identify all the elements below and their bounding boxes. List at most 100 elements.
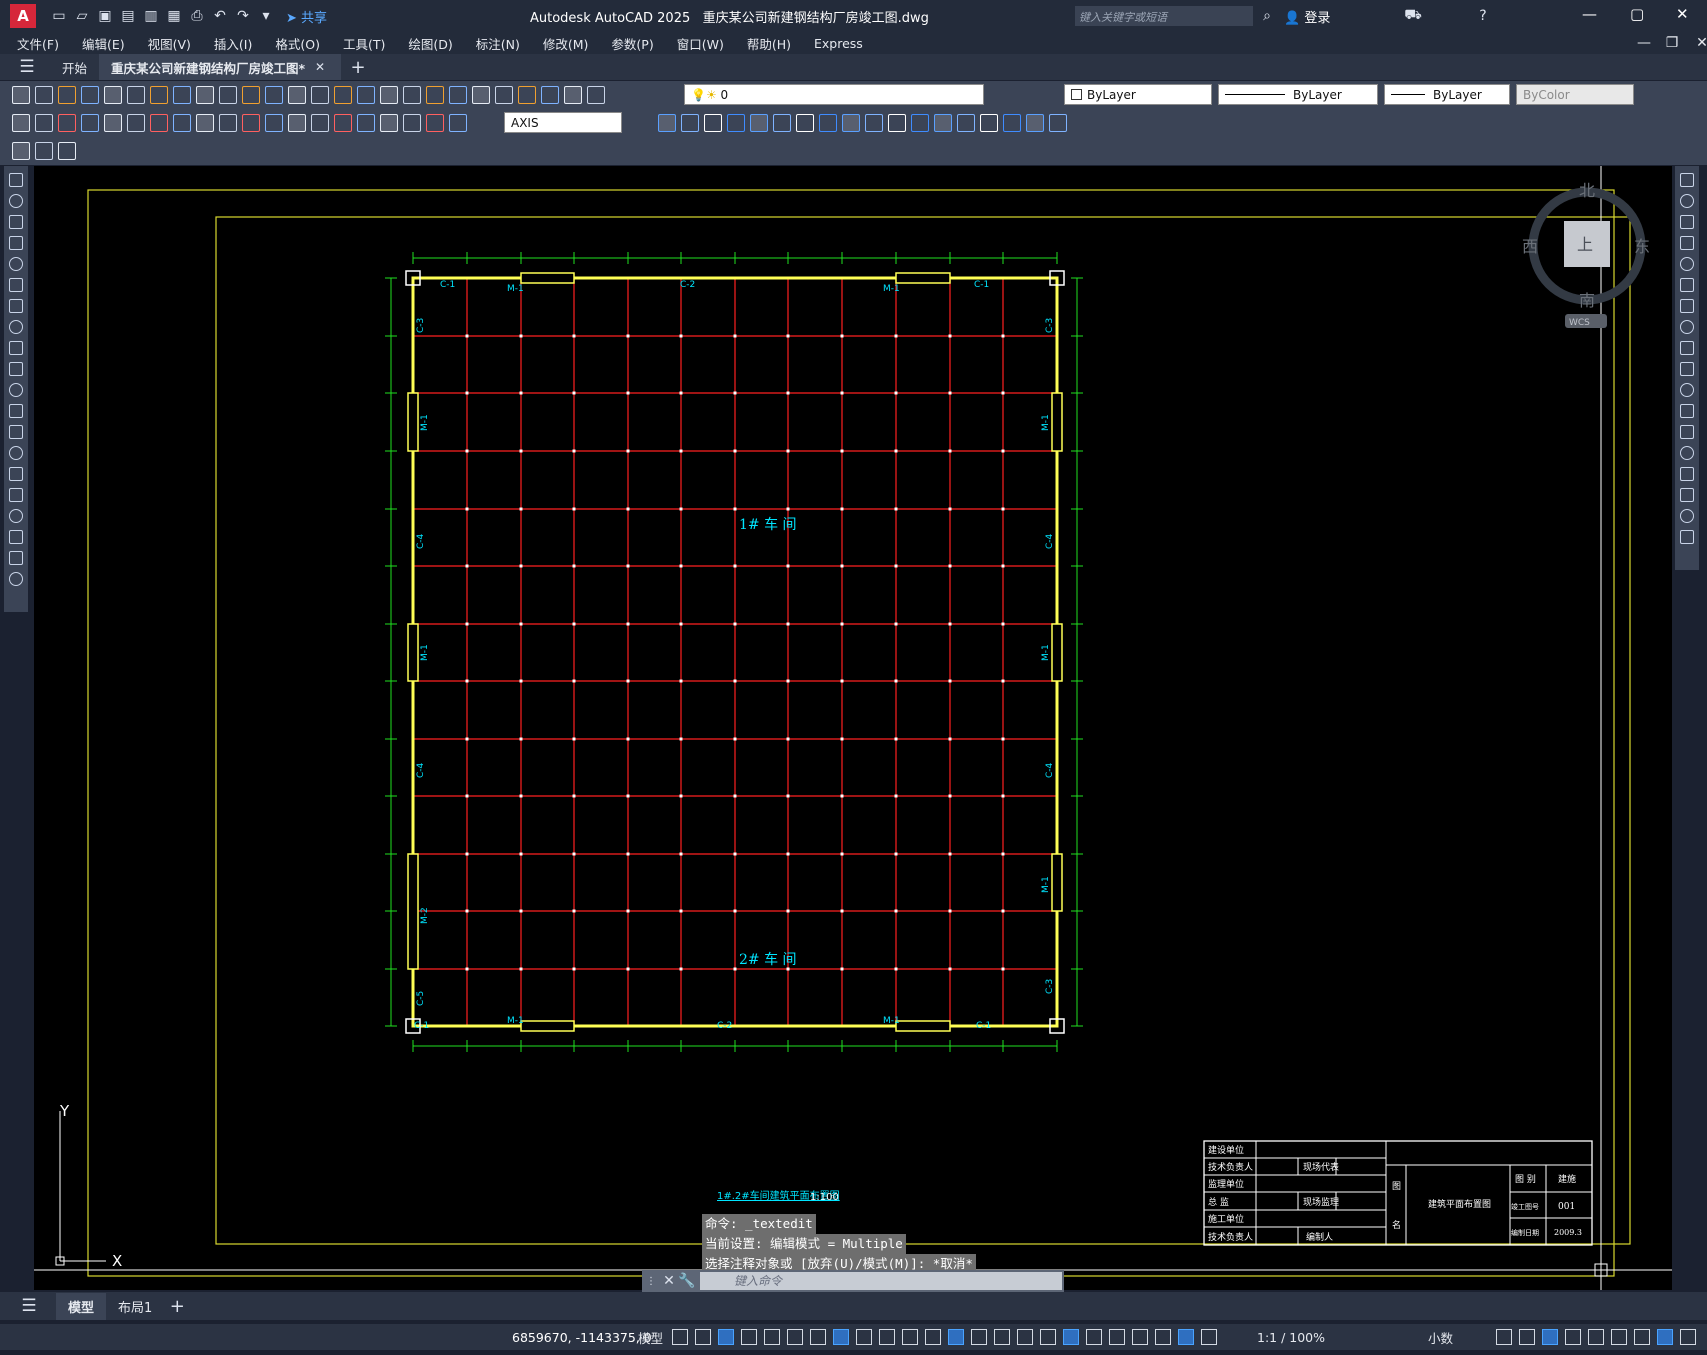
palette-tool-icon[interactable] <box>9 341 23 355</box>
status-toggle-icon[interactable] <box>902 1329 918 1345</box>
menu-help[interactable]: 帮助(H) <box>747 34 791 53</box>
units-dropdown[interactable]: 小数 <box>1428 1328 1453 1347</box>
menu-tools[interactable]: 工具(T) <box>343 34 385 53</box>
palette-tool-icon[interactable] <box>9 467 23 481</box>
plot-icon[interactable]: ⎙ <box>188 7 206 25</box>
palette-tool-icon[interactable] <box>1680 362 1694 376</box>
palette-tool-icon[interactable] <box>9 257 23 271</box>
tool-icon[interactable] <box>242 114 260 132</box>
linetype-dropdown[interactable]: ByLayer <box>1218 84 1378 105</box>
tool-icon[interactable] <box>704 114 722 132</box>
palette-tool-icon[interactable] <box>1680 341 1694 355</box>
tool-icon[interactable] <box>357 86 375 104</box>
status-toggle-icon[interactable] <box>695 1329 711 1345</box>
tool-icon[interactable] <box>219 86 237 104</box>
palette-tool-icon[interactable] <box>9 173 23 187</box>
palette-tool-icon[interactable] <box>1680 488 1694 502</box>
status-toggle-icon[interactable] <box>787 1329 803 1345</box>
layout-menu-icon[interactable]: ☰ <box>20 1296 38 1316</box>
menu-express[interactable]: Express <box>814 36 863 51</box>
tool-icon[interactable] <box>888 114 906 132</box>
tool-icon[interactable] <box>196 86 214 104</box>
palette-tool-icon[interactable] <box>1680 278 1694 292</box>
palette-tool-icon[interactable] <box>9 215 23 229</box>
menu-format[interactable]: 格式(O) <box>275 34 320 53</box>
new-file-icon[interactable]: ▭ <box>50 7 68 25</box>
login-button[interactable]: 👤 登录 <box>1284 7 1330 26</box>
status-toggle-icon[interactable] <box>1496 1329 1512 1345</box>
tool-icon[interactable] <box>587 86 605 104</box>
status-toggle-icon[interactable] <box>1634 1329 1650 1345</box>
lineweight-dropdown[interactable]: ByLayer <box>1384 84 1510 105</box>
cart-icon[interactable]: ⛟ <box>1404 7 1422 25</box>
tool-icon[interactable] <box>681 114 699 132</box>
tool-icon[interactable] <box>288 114 306 132</box>
tool-icon[interactable] <box>403 114 421 132</box>
tool-icon[interactable] <box>127 114 145 132</box>
save-to-web-icon[interactable]: ▥ <box>142 7 160 25</box>
tool-icon[interactable] <box>1026 114 1044 132</box>
tool-icon[interactable] <box>311 86 329 104</box>
palette-tool-icon[interactable] <box>1680 467 1694 481</box>
tool-icon[interactable] <box>196 114 214 132</box>
undo-icon[interactable]: ↶ <box>211 7 229 25</box>
status-toggle-icon[interactable] <box>810 1329 826 1345</box>
palette-tool-icon[interactable] <box>1680 320 1694 334</box>
palette-tool-icon[interactable] <box>1680 509 1694 523</box>
tool-icon[interactable] <box>750 114 768 132</box>
tool-icon[interactable] <box>1003 114 1021 132</box>
palette-tool-icon[interactable] <box>9 320 23 334</box>
application-menu-button[interactable]: A <box>10 4 36 28</box>
tool-icon[interactable] <box>150 114 168 132</box>
status-toggle-icon[interactable] <box>1109 1329 1125 1345</box>
status-toggle-icon[interactable] <box>672 1329 688 1345</box>
tool-icon[interactable] <box>426 114 444 132</box>
tool-icon[interactable] <box>357 114 375 132</box>
doc-close-icon[interactable]: ✕ <box>1693 34 1707 52</box>
tool-icon[interactable] <box>1049 114 1067 132</box>
help-icon[interactable]: ? <box>1474 7 1492 25</box>
palette-tool-icon[interactable] <box>1680 446 1694 460</box>
model-space-toggle[interactable]: 模型 <box>638 1328 663 1347</box>
menu-edit[interactable]: 编辑(E) <box>82 34 125 53</box>
tool-icon[interactable] <box>727 114 745 132</box>
tool-icon[interactable] <box>773 114 791 132</box>
status-toggle-icon[interactable] <box>1611 1329 1627 1345</box>
tool-icon[interactable] <box>173 114 191 132</box>
menu-dimension[interactable]: 标注(N) <box>476 34 520 53</box>
redo-icon[interactable]: ↷ <box>234 7 252 25</box>
palette-tool-icon[interactable] <box>1680 215 1694 229</box>
tool-icon[interactable] <box>81 86 99 104</box>
status-toggle-icon[interactable] <box>994 1329 1010 1345</box>
tab-layout1[interactable]: 布局1 <box>106 1293 164 1320</box>
save-icon[interactable]: ▣ <box>96 7 114 25</box>
drawing-canvas[interactable]: C-1 C-2 C-1 M-1 M-1 C-1 C-2 C-1 M-1 M-1 C-3 C-4 C-4 C… <box>34 166 1672 1290</box>
annotation-scale[interactable]: 1:1 / 100% <box>1257 1330 1325 1345</box>
palette-tool-icon[interactable] <box>9 425 23 439</box>
menu-modify[interactable]: 修改(M) <box>543 34 589 53</box>
plotstyle-dropdown[interactable]: ByColor <box>1516 84 1634 105</box>
viewcube-south[interactable]: 南 <box>1579 291 1595 310</box>
tool-icon[interactable] <box>81 114 99 132</box>
menu-parametric[interactable]: 参数(P) <box>611 34 653 53</box>
palette-tool-icon[interactable] <box>9 236 23 250</box>
tool-icon[interactable] <box>426 86 444 104</box>
command-customize-icon[interactable]: 🔧 <box>678 1272 696 1290</box>
tool-icon[interactable] <box>334 86 352 104</box>
viewcube-east[interactable]: 东 <box>1634 237 1650 256</box>
tool-icon[interactable] <box>219 114 237 132</box>
tab-start[interactable]: 开始 <box>50 54 99 80</box>
search-icon[interactable]: ⌕ <box>1258 7 1276 25</box>
palette-tool-icon[interactable] <box>9 299 23 313</box>
tool-icon[interactable] <box>819 114 837 132</box>
tool-icon[interactable] <box>957 114 975 132</box>
maximize-icon[interactable]: ▢ <box>1630 5 1644 23</box>
tool-icon[interactable] <box>842 114 860 132</box>
tool-icon[interactable] <box>127 86 145 104</box>
status-toggle-icon[interactable] <box>833 1329 849 1345</box>
tool-icon[interactable] <box>58 114 76 132</box>
status-toggle-icon[interactable] <box>1519 1329 1535 1345</box>
tool-icon[interactable] <box>12 142 30 160</box>
status-toggle-icon[interactable] <box>1040 1329 1056 1345</box>
palette-tool-icon[interactable] <box>9 488 23 502</box>
